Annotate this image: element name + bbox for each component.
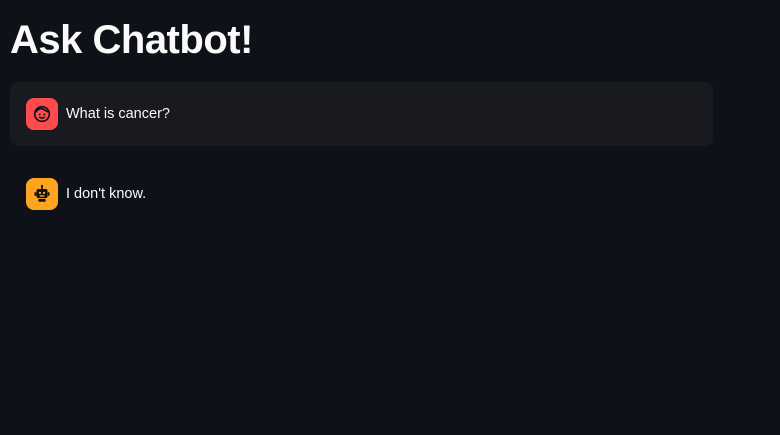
chat-history: What is cancer? I don't know. (10, 82, 713, 226)
user-face-icon (31, 103, 53, 125)
chat-message-user: What is cancer? (10, 82, 713, 146)
assistant-avatar (26, 178, 58, 210)
page-title: Ask Chatbot! (10, 18, 253, 62)
message-text: I don't know. (66, 186, 147, 202)
robot-icon (31, 183, 53, 205)
message-text: What is cancer? (66, 106, 170, 122)
chat-message-assistant: I don't know. (10, 162, 713, 226)
app-main: Ask Chatbot! What is cancer? I don't kno… (0, 0, 780, 435)
user-avatar (26, 98, 58, 130)
